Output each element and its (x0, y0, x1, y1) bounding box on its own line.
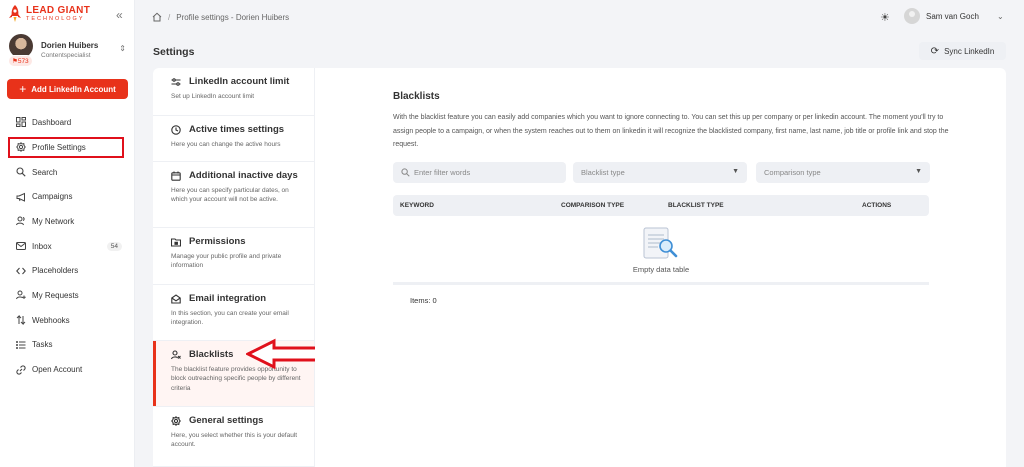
user-role: Contentspecialist (41, 52, 91, 59)
sidebar-item-open-account[interactable]: Open Account (8, 357, 128, 382)
sidebar-item-profile-settings[interactable]: Profile Settings (8, 136, 124, 158)
sliders-icon (171, 77, 182, 87)
network-icon (16, 216, 26, 226)
envelope-icon (171, 293, 182, 304)
caret-down-icon: ▼ (732, 168, 739, 175)
blacklist-type-select[interactable]: Blacklist type ▼ (573, 162, 747, 183)
sidebar-item-label: Inbox (32, 241, 52, 251)
search-icon (401, 168, 410, 177)
user-add-icon (16, 290, 26, 300)
clock-icon (171, 124, 182, 135)
add-linkedin-account-button[interactable]: + Add LinkedIn Account (7, 79, 128, 99)
brand-name: LEAD GIANT (26, 4, 91, 16)
sidebar-item-my-network[interactable]: My Network (8, 209, 128, 234)
filter-field[interactable] (393, 162, 566, 183)
column-header-keyword[interactable]: KEYWORD (400, 202, 434, 209)
sidebar-item-label: Dashboard (32, 117, 72, 127)
settings-item-desc: Manage your public profile and private i… (171, 253, 282, 270)
inbox-icon (16, 241, 26, 251)
account-switcher[interactable]: ⚑573 Dorien Huibers Contentspecialist ⇕ (8, 33, 128, 67)
table-header: KEYWORD COMPARISON TYPE BLACKLIST TYPE A… (393, 195, 929, 216)
breadcrumb-current: Profile settings - Dorien Huibers (176, 12, 290, 22)
gear-icon (16, 142, 26, 153)
chevron-updown-icon: ⇕ (119, 44, 126, 53)
megaphone-icon (16, 192, 26, 202)
brand-logo[interactable]: LEAD GIANT TECHNOLOGY (8, 5, 90, 23)
refresh-icon: ⟳ (930, 45, 940, 57)
settings-menu: LinkedIn account limit Set up LinkedIn a… (153, 68, 315, 467)
current-user-name[interactable]: Sam van Goch (926, 12, 979, 21)
sidebar-item-label: Search (32, 167, 58, 177)
folder-lock-icon (171, 237, 182, 247)
search-icon (16, 167, 26, 177)
settings-item-desc: Here you can change the active hours (171, 141, 281, 148)
empty-document-icon (641, 226, 681, 260)
chevron-down-icon[interactable]: ⌄ (997, 12, 1004, 21)
filter-input[interactable] (414, 165, 559, 180)
sidebar-item-inbox[interactable]: Inbox 54 (8, 234, 128, 259)
dashboard-icon (16, 117, 26, 128)
settings-item-linkedin-account-limit[interactable]: LinkedIn account limit Set up LinkedIn a… (153, 68, 314, 116)
sidebar-item-label: My Network (32, 216, 75, 226)
column-header-actions: ACTIONS (862, 202, 892, 209)
avatar[interactable] (904, 8, 920, 24)
user-name: Dorien Huibers (41, 41, 99, 50)
page-title: Settings (153, 46, 195, 58)
table-divider (393, 282, 929, 285)
sidebar-item-webhooks[interactable]: Webhooks (8, 308, 128, 333)
blacklists-panel: Blacklists With the blacklist feature yo… (315, 68, 1006, 467)
column-header-blacklist-type[interactable]: BLACKLIST TYPE (668, 202, 724, 209)
column-header-comparison-type[interactable]: COMPARISON TYPE (561, 202, 624, 209)
sidebar-item-my-requests[interactable]: My Requests (8, 283, 128, 308)
caret-down-icon: ▼ (915, 168, 922, 175)
sidebar-item-label: Webhooks (32, 315, 70, 325)
status-badge: ⚑573 (8, 55, 33, 67)
rocket-icon (8, 5, 22, 23)
section-title: Blacklists (393, 91, 440, 102)
brand-tagline: TECHNOLOGY (26, 15, 85, 22)
breadcrumb: / Profile settings - Dorien Huibers (152, 12, 289, 22)
sidebar-item-label: Campaigns (32, 192, 73, 202)
calendar-icon (171, 171, 182, 181)
sync-linkedin-button[interactable]: ⟳ Sync LinkedIn (919, 42, 1006, 60)
sidebar-item-search[interactable]: Search (8, 160, 128, 185)
sidebar-item-label: My Requests (32, 290, 79, 300)
sidebar-nav: Dashboard Profile Settings Search Campai… (8, 110, 128, 382)
settings-item-desc: Set up LinkedIn account limit (171, 93, 255, 100)
settings-item-permissions[interactable]: Permissions Manage your public profile a… (153, 228, 314, 285)
sidebar-item-placeholders[interactable]: Placeholders (8, 258, 128, 283)
sidebar-item-label: Open Account (32, 365, 83, 375)
sidebar-item-dashboard[interactable]: Dashboard (8, 110, 128, 135)
comparison-type-select[interactable]: Comparison type ▼ (756, 162, 930, 183)
sidebar: LEAD GIANT TECHNOLOGY « ⚑573 Dorien Huib… (0, 0, 135, 467)
sidebar-item-label: Profile Settings (32, 142, 86, 152)
gear-icon (171, 415, 182, 426)
settings-item-desc: In this section, you can create your ema… (171, 310, 289, 327)
top-bar: / Profile settings - Dorien Huibers ☀ Sa… (135, 0, 1024, 34)
sidebar-item-label: Tasks (32, 340, 53, 350)
empty-table-message: Empty data table (632, 265, 690, 274)
inbox-count-badge: 54 (106, 241, 122, 251)
sidebar-item-label: Placeholders (32, 266, 79, 276)
link-icon (16, 364, 26, 375)
settings-item-general[interactable]: General settings Here, you select whethe… (153, 407, 314, 467)
plus-icon: + (19, 82, 27, 96)
list-icon (16, 340, 26, 350)
user-block-icon (171, 349, 182, 360)
section-description: With the blacklist feature you can easil… (393, 114, 949, 148)
sidebar-item-tasks[interactable]: Tasks (8, 333, 128, 358)
collapse-sidebar-icon[interactable]: « (116, 8, 123, 22)
settings-item-active-times[interactable]: Active times settings Here you can chang… (153, 116, 314, 162)
settings-item-desc: Here, you select whether this is your de… (171, 432, 298, 449)
settings-item-email-integration[interactable]: Email integration In this section, you c… (153, 285, 314, 341)
items-count: Items: 0 (410, 296, 437, 305)
home-icon[interactable] (152, 12, 162, 22)
code-icon (16, 266, 26, 276)
sort-arrows-icon (16, 315, 26, 326)
settings-item-desc: Here you can specify particular dates, o… (171, 187, 289, 204)
settings-item-inactive-days[interactable]: Additional inactive days Here you can sp… (153, 162, 314, 228)
sidebar-item-campaigns[interactable]: Campaigns (8, 184, 128, 209)
sun-icon[interactable]: ☀ (880, 11, 890, 24)
